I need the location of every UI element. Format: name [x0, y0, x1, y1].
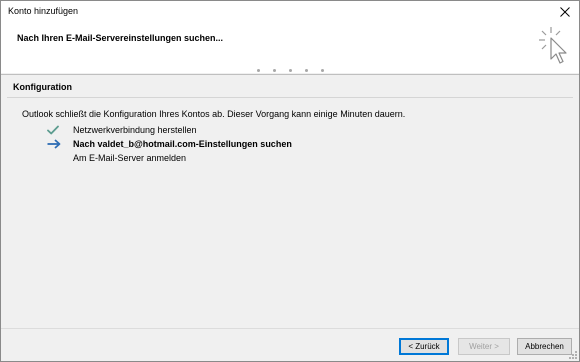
section-divider: [7, 97, 573, 98]
step-network: Netzwerkverbindung herstellen: [47, 123, 197, 137]
step-label: Nach valdet_b@hotmail.com-Einstellungen …: [73, 139, 292, 149]
progress-dot: [272, 68, 276, 72]
close-button[interactable]: [551, 1, 579, 23]
click-cursor-icon: [539, 27, 567, 64]
section-heading: Konfiguration: [13, 82, 72, 92]
back-button[interactable]: < Zurück: [399, 338, 449, 355]
arrow-right-icon: [47, 139, 61, 149]
next-button[interactable]: Weiter >: [458, 338, 510, 355]
header-divider: [1, 74, 579, 75]
checkmark-icon: [47, 125, 59, 135]
intro-text: Outlook schließt die Konfiguration Ihres…: [22, 109, 406, 119]
close-icon: [560, 7, 570, 17]
step-server-login: Am E-Mail-Server anmelden: [47, 151, 186, 165]
add-account-dialog: Konto hinzufügen Nach Ihren E-Mail-Serve…: [0, 0, 580, 362]
step-search-settings: Nach valdet_b@hotmail.com-Einstellungen …: [47, 137, 292, 151]
progress-dot: [320, 68, 324, 72]
resize-grip-icon[interactable]: [568, 350, 578, 360]
step-label: Am E-Mail-Server anmelden: [73, 153, 187, 163]
title-bar: Konto hinzufügen: [1, 1, 579, 23]
progress-dot: [288, 68, 292, 72]
footer-divider: [1, 328, 579, 329]
progress-dot: [304, 68, 308, 72]
cancel-button[interactable]: Abbrechen: [517, 338, 572, 355]
step-label: Netzwerkverbindung herstellen: [73, 125, 197, 135]
progress-dot: [256, 68, 260, 72]
window-title: Konto hinzufügen: [8, 6, 79, 16]
page-title: Nach Ihren E-Mail-Servereinstellungen su…: [17, 33, 224, 43]
